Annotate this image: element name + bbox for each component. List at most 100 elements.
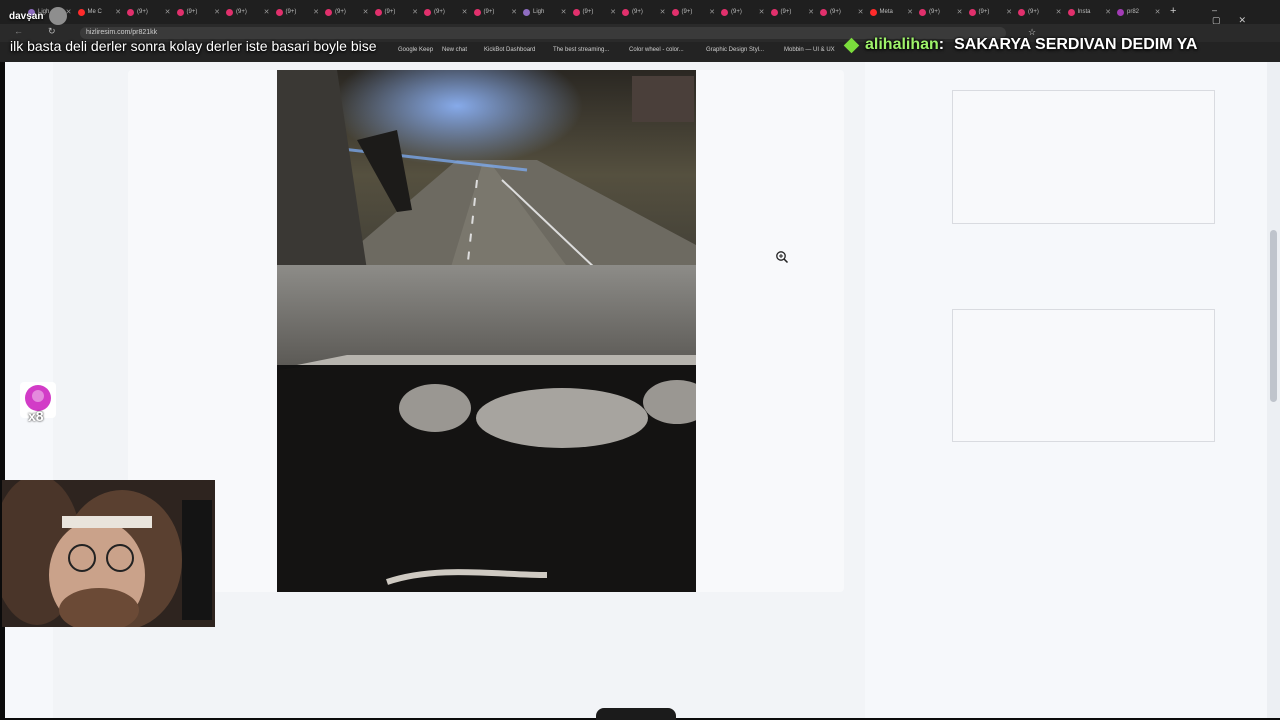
bookmark-item[interactable]: Mobbin — UI & UX (784, 47, 835, 53)
tab-label: Ligh (533, 9, 545, 15)
tab-close-icon[interactable]: ✕ (759, 8, 765, 16)
tab-favicon-icon (1018, 8, 1025, 16)
browser-tab[interactable]: Me C ✕ (77, 4, 121, 20)
tab-close-icon[interactable]: ✕ (1105, 8, 1111, 16)
tab-close-icon[interactable]: ✕ (561, 8, 567, 16)
browser-tab[interactable]: (9+) ✕ (424, 4, 468, 20)
tab-close-icon[interactable]: ✕ (858, 8, 864, 16)
tab-close-icon[interactable]: ✕ (313, 8, 319, 16)
ad-slot-top[interactable] (952, 90, 1215, 224)
browser-tab[interactable]: pr82 ✕ (1117, 4, 1161, 20)
browser-tab[interactable]: (9+) ✕ (176, 4, 220, 20)
browser-tab[interactable]: (9+) ✕ (127, 4, 171, 20)
browser-tab[interactable]: Ligh ✕ (523, 4, 567, 20)
browser-tab[interactable]: (9+) ✕ (572, 4, 616, 20)
tab-close-icon[interactable]: ✕ (610, 8, 616, 16)
window-controls: –▢✕ (1212, 5, 1265, 25)
tab-close-icon[interactable]: ✕ (511, 8, 517, 16)
chat-username: alihalihan (865, 36, 939, 53)
tab-favicon-icon (622, 8, 629, 16)
tab-label: (9+) (681, 9, 693, 15)
tab-close-icon[interactable]: ✕ (264, 8, 270, 16)
browser-tab[interactable]: (9+) ✕ (226, 4, 270, 20)
tab-favicon-icon (473, 8, 481, 16)
bookmark-item[interactable]: New chat (442, 47, 467, 53)
browser-tab[interactable]: (9+) ✕ (1018, 4, 1062, 20)
tab-close-icon[interactable]: ✕ (808, 8, 814, 16)
new-tab-plus-icon[interactable]: + (1170, 5, 1176, 17)
tab-favicon-icon (671, 8, 679, 16)
browser-tab[interactable]: (9+) ✕ (325, 4, 369, 20)
tab-favicon-icon (919, 8, 926, 16)
tab-close-icon[interactable]: ✕ (462, 8, 468, 16)
tab-close-icon[interactable]: ✕ (709, 8, 715, 16)
tab-favicon-icon (176, 8, 184, 16)
tab-close-icon[interactable]: ✕ (1006, 8, 1012, 16)
bookmark-item[interactable]: Graphic Design Styl... (706, 47, 764, 53)
tab-favicon-icon (721, 8, 728, 16)
stream-title: ilk basta deli derler sonra kolay derler… (10, 38, 377, 54)
browser-tab[interactable]: (9+) ✕ (820, 4, 864, 20)
tab-label: (9+) (137, 9, 148, 15)
tab-close-icon[interactable]: ✕ (165, 8, 171, 16)
bookmark-item[interactable]: KickBot Dashboard (484, 47, 535, 53)
browser-tab[interactable]: (9+) ✕ (770, 4, 814, 20)
browser-tab[interactable]: (9+) ✕ (721, 4, 765, 20)
tab-close-icon[interactable]: ✕ (907, 8, 913, 16)
tab-close-icon[interactable]: ✕ (412, 8, 418, 16)
tab-close-icon[interactable]: ✕ (115, 8, 121, 16)
tab-label: Insta (1077, 9, 1091, 15)
browser-tab[interactable]: Meta ✕ (869, 4, 913, 20)
browser-tab[interactable]: Insta ✕ (1067, 4, 1111, 20)
tab-label: (9+) (236, 9, 247, 15)
tab-close-icon[interactable]: ✕ (1056, 8, 1062, 16)
tab-label: (9+) (186, 9, 198, 15)
tab-favicon-icon (226, 8, 233, 16)
tab-favicon-icon (374, 8, 382, 16)
tab-close-icon[interactable]: ✕ (957, 8, 963, 16)
tab-favicon-icon (968, 8, 976, 16)
tab-favicon-icon (424, 8, 431, 16)
tab-label: (9+) (483, 9, 495, 15)
tab-close-icon[interactable]: ✕ (1155, 8, 1161, 16)
scrollbar-thumb[interactable] (1270, 230, 1277, 402)
browser-tab[interactable]: (9+) ✕ (275, 4, 319, 20)
tab-label: (9+) (830, 9, 841, 15)
chat-text: SAKARYA SERDIVAN DEDIM YA (954, 36, 1198, 53)
bottom-toolbar[interactable] (596, 708, 676, 720)
tab-close-icon[interactable]: ✕ (363, 8, 369, 16)
tab-favicon-icon (820, 8, 827, 16)
uploaded-image[interactable] (277, 70, 696, 592)
tab-label: (9+) (384, 9, 396, 15)
browser-tab[interactable]: (9+) ✕ (374, 4, 418, 20)
tab-label: Me C (87, 9, 102, 15)
tab-close-icon[interactable]: ✕ (660, 8, 666, 16)
zoom-in-icon[interactable] (775, 250, 789, 264)
back-arrow-left-icon[interactable]: ← (14, 26, 23, 36)
tab-label: (9+) (1028, 9, 1039, 15)
ad-slot-bottom[interactable] (952, 309, 1215, 442)
bookmark-item[interactable]: The best streaming... (553, 47, 609, 53)
badge-count: x8 (28, 408, 44, 424)
browser-tab[interactable]: (9+) ✕ (473, 4, 517, 20)
browser-tab[interactable]: (9+) ✕ (622, 4, 666, 20)
chat-message: alihalihan : SAKARYA SERDIVAN DEDIM YA (843, 36, 1198, 54)
tab-favicon-icon (523, 8, 530, 16)
tab-favicon-icon (325, 8, 332, 16)
bookmark-item[interactable]: Google Keep (398, 47, 433, 53)
tab-close-icon[interactable]: ✕ (214, 8, 220, 16)
tab-label: (9+) (582, 9, 594, 15)
tab-label: (9+) (978, 9, 990, 15)
streamer-name: davşan (9, 11, 44, 22)
bookmark-item[interactable]: Color wheel - color... (629, 47, 684, 53)
browser-tab[interactable]: (9+) ✕ (671, 4, 715, 20)
bus-night-road-photo (277, 70, 696, 592)
tab-label: (9+) (929, 9, 940, 15)
tab-label: Meta (879, 9, 893, 15)
browser-tab[interactable]: (9+) ✕ (968, 4, 1012, 20)
browser-tab[interactable]: (9+) ✕ (919, 4, 963, 20)
tab-label: (9+) (335, 9, 346, 15)
tab-label: (9+) (780, 9, 792, 15)
reload-icon[interactable]: ↻ (48, 26, 56, 37)
tab-label: (9+) (731, 9, 742, 15)
